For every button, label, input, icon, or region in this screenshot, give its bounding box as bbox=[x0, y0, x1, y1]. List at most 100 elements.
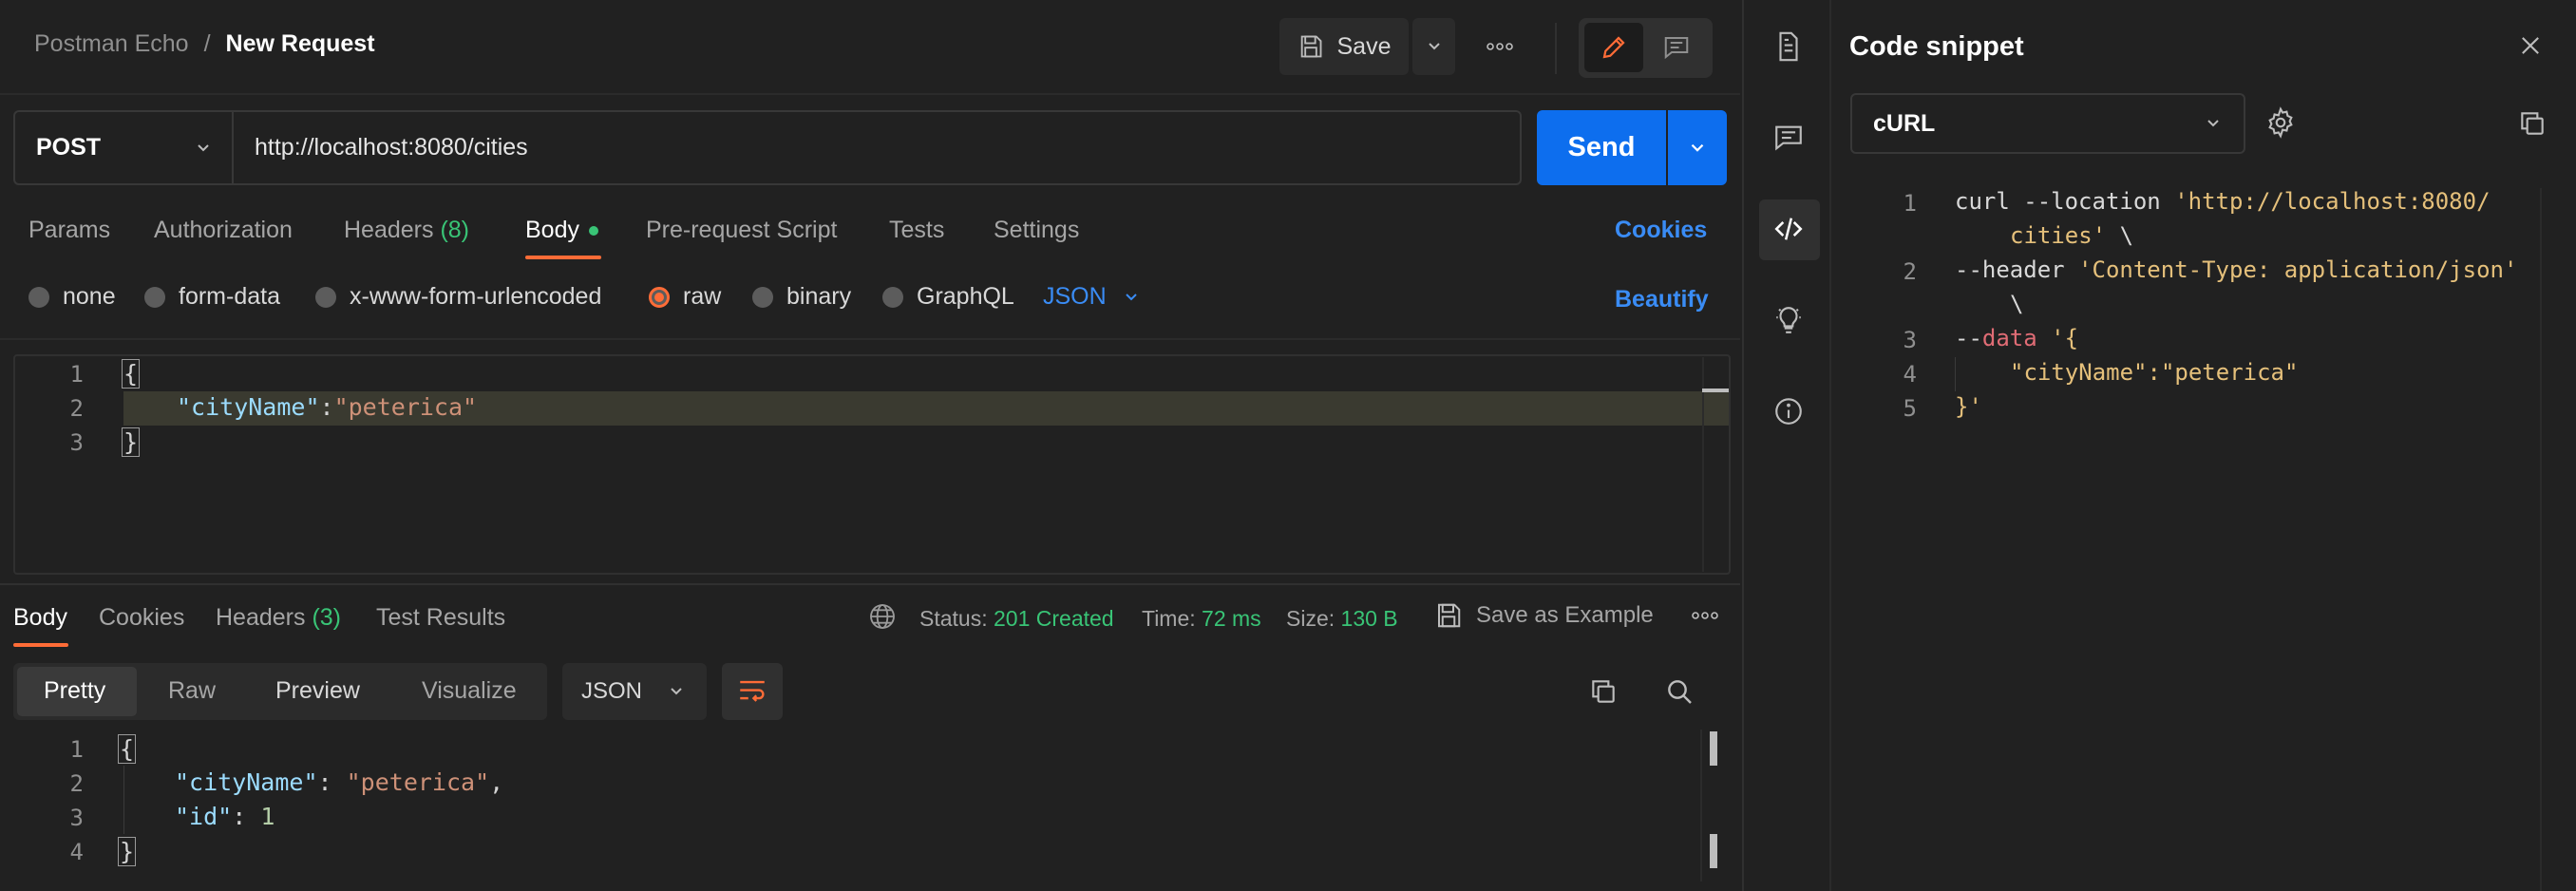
comment-icon bbox=[1662, 33, 1691, 62]
line-number: 3 bbox=[69, 805, 84, 831]
chevron-down-icon bbox=[1687, 138, 1708, 159]
gear-icon[interactable] bbox=[2264, 106, 2297, 139]
globe-icon[interactable] bbox=[867, 601, 898, 632]
view-mode-pretty[interactable]: Pretty bbox=[44, 677, 105, 705]
body-modified-dot bbox=[588, 225, 598, 236]
edit-mode-toggle[interactable] bbox=[1584, 23, 1643, 72]
body-format-select[interactable]: JSON bbox=[1043, 283, 1141, 311]
radio-binary[interactable]: binary bbox=[752, 283, 851, 311]
radio-x-www-form-urlencoded[interactable]: x-www-form-urlencoded bbox=[315, 283, 601, 311]
comments-icon[interactable] bbox=[1772, 122, 1805, 154]
json-close-brace: } bbox=[122, 427, 141, 457]
copy-icon[interactable] bbox=[2517, 108, 2548, 139]
editor-scroll-marker[interactable] bbox=[1702, 389, 1729, 392]
radio-raw[interactable]: raw bbox=[649, 283, 721, 311]
breadcrumb: Postman Echo / New Request bbox=[34, 30, 375, 58]
ellipsis-icon[interactable] bbox=[1691, 611, 1719, 620]
view-mode-preview[interactable]: Preview bbox=[275, 677, 360, 705]
snippet-json-value: "peterica" bbox=[2160, 359, 2299, 386]
resp-tab-headers[interactable]: Headers (3) bbox=[216, 604, 341, 632]
resp-tab-test-results[interactable]: Test Results bbox=[376, 604, 505, 632]
breadcrumb-separator: / bbox=[203, 30, 211, 57]
method-select[interactable]: POST bbox=[13, 110, 232, 185]
request-body-editor[interactable] bbox=[13, 354, 1731, 575]
scroll-marker[interactable] bbox=[1710, 731, 1717, 766]
json-value: 1 bbox=[260, 803, 275, 830]
status-readout[interactable]: Status: 201 Created bbox=[919, 606, 1114, 632]
radio-label: raw bbox=[683, 283, 722, 310]
save-options-button[interactable] bbox=[1412, 18, 1455, 75]
search-icon[interactable] bbox=[1664, 676, 1695, 707]
response-format-value: JSON bbox=[581, 678, 643, 704]
wrap-lines-icon bbox=[736, 675, 768, 708]
save-as-example-button[interactable]: Save as Example bbox=[1434, 601, 1654, 630]
view-mode-raw[interactable]: Raw bbox=[168, 677, 216, 705]
request-name[interactable]: New Request bbox=[226, 30, 375, 58]
line-number: 2 bbox=[1903, 258, 1917, 285]
json-value: "peterica" bbox=[333, 393, 478, 421]
json-close-brace: } bbox=[118, 837, 137, 866]
snippet-header-value: 'Content-Type: application/json' bbox=[2078, 256, 2518, 283]
scroll-marker[interactable] bbox=[1710, 834, 1717, 868]
line-number: 1 bbox=[69, 361, 84, 388]
more-actions-button[interactable] bbox=[1476, 18, 1524, 75]
json-line: "id": 1 bbox=[175, 803, 275, 830]
radio-form-data[interactable]: form-data bbox=[144, 283, 280, 311]
status-label: Status: bbox=[919, 606, 988, 631]
view-mode-visualize[interactable]: Visualize bbox=[422, 677, 517, 705]
beautify-link[interactable]: Beautify bbox=[1615, 286, 1709, 313]
chevron-down-icon bbox=[194, 139, 213, 158]
cookies-link[interactable]: Cookies bbox=[1615, 217, 1707, 244]
tab-pre-request-script[interactable]: Pre-request Script bbox=[646, 217, 837, 244]
copy-icon[interactable] bbox=[1588, 676, 1619, 707]
json-comma: , bbox=[489, 768, 504, 796]
snippet-flag: --header bbox=[1955, 256, 2079, 283]
resp-tab-body[interactable]: Body bbox=[13, 604, 67, 632]
method-value: POST bbox=[36, 134, 102, 161]
resp-tab-headers-label: Headers bbox=[216, 604, 306, 631]
size-readout[interactable]: Size: 130 B bbox=[1286, 606, 1398, 632]
line-number: 2 bbox=[69, 395, 84, 422]
documentation-icon[interactable] bbox=[1772, 30, 1805, 63]
snippet-url: 'http://localhost:8080/ bbox=[2174, 188, 2491, 215]
send-button[interactable]: Send bbox=[1537, 110, 1666, 185]
active-tab-indicator bbox=[13, 643, 68, 647]
lightbulb-icon[interactable] bbox=[1772, 304, 1805, 336]
info-icon[interactable] bbox=[1772, 395, 1805, 427]
snippet-scrollbar-track bbox=[2540, 188, 2542, 891]
tab-authorization[interactable]: Authorization bbox=[154, 217, 293, 244]
response-divider[interactable] bbox=[0, 583, 1740, 585]
close-icon[interactable] bbox=[2517, 32, 2544, 59]
snippet-line: --header 'Content-Type: application/json… bbox=[1955, 256, 2517, 283]
response-format-select[interactable]: JSON bbox=[562, 663, 707, 720]
url-input[interactable]: http://localhost:8080/cities bbox=[232, 110, 1522, 185]
language-select[interactable]: cURL bbox=[1850, 93, 2245, 154]
header-divider bbox=[1555, 23, 1557, 74]
code-icon[interactable] bbox=[1772, 213, 1805, 245]
time-readout[interactable]: Time: 72 ms bbox=[1142, 606, 1261, 632]
breadcrumb-collection[interactable]: Postman Echo bbox=[34, 30, 189, 58]
radio-graphql[interactable]: GraphQL bbox=[882, 283, 1014, 311]
radio-none[interactable]: none bbox=[28, 283, 116, 311]
resp-tab-cookies[interactable]: Cookies bbox=[99, 604, 184, 632]
comment-mode-toggle[interactable] bbox=[1647, 23, 1706, 72]
tab-settings[interactable]: Settings bbox=[994, 217, 1079, 244]
send-options-button[interactable] bbox=[1668, 110, 1727, 185]
json-open-brace: { bbox=[122, 359, 141, 389]
send-label: Send bbox=[1567, 132, 1636, 162]
tab-headers[interactable]: Headers (8) bbox=[344, 217, 469, 244]
tab-tests[interactable]: Tests bbox=[889, 217, 944, 244]
tab-headers-label: Headers bbox=[344, 217, 434, 243]
chevron-down-icon bbox=[1122, 288, 1141, 307]
snippet-line: "cityName":"peterica" bbox=[2010, 359, 2298, 386]
tab-params[interactable]: Params bbox=[28, 217, 110, 244]
response-scrollbar-track bbox=[1700, 730, 1702, 882]
save-button[interactable]: Save bbox=[1279, 18, 1409, 75]
wrap-lines-button[interactable] bbox=[722, 663, 783, 720]
json-key: "cityName" bbox=[177, 393, 320, 421]
line-number: 2 bbox=[69, 770, 84, 797]
radio-label: form-data bbox=[179, 283, 280, 310]
line-number: 3 bbox=[1903, 327, 1917, 353]
tab-body[interactable]: Body bbox=[525, 217, 598, 244]
language-value: cURL bbox=[1873, 109, 1936, 137]
